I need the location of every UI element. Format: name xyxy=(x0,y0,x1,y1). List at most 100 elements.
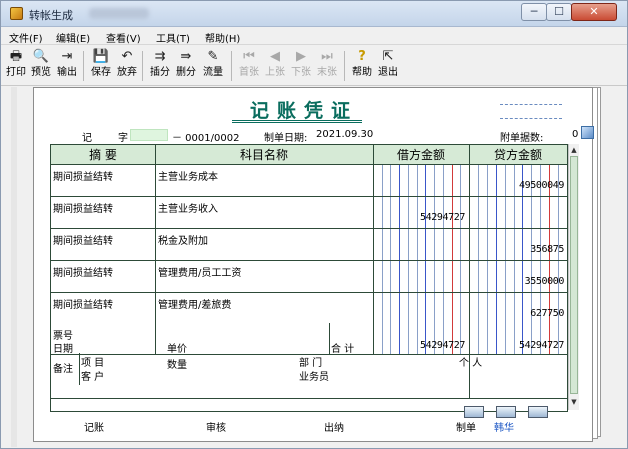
maximize-button[interactable]: ☐ xyxy=(546,3,572,21)
insert-entry-icon: ⇉ xyxy=(154,49,166,64)
prev-label: 上张 xyxy=(265,67,285,78)
row-account[interactable]: 税金及附加 xyxy=(158,232,208,247)
department-label: 部 门 xyxy=(299,358,323,369)
table-row[interactable]: 期间损益结转 管理费用/员工工资 3550000 xyxy=(51,261,567,293)
next-voucher-button[interactable]: ▶ 下张 xyxy=(289,48,313,84)
row-account[interactable]: 主营业务收入 xyxy=(158,200,218,215)
summary-header: 摘 要 xyxy=(89,148,117,162)
row-credit[interactable]: 49500049 xyxy=(519,180,564,191)
column-divider xyxy=(329,323,330,355)
prev-voucher-button[interactable]: ◀ 上张 xyxy=(263,48,287,84)
exit-button[interactable]: ⇱ 退出 xyxy=(376,48,400,84)
toolbar-separator xyxy=(344,51,345,81)
first-label: 首张 xyxy=(239,67,259,78)
title-bar: 转帐生成 ─ ☐ ✕ xyxy=(1,1,627,27)
customer-label: 客 户 xyxy=(81,372,105,383)
row-account[interactable]: 管理费用/差旅费 xyxy=(158,296,231,311)
insert-entry-button[interactable]: ⇉ 插分 xyxy=(148,48,172,84)
row-summary[interactable]: 期间损益结转 xyxy=(53,296,113,311)
column-divider xyxy=(79,353,80,385)
cashflow-button[interactable]: ✎ 流量 xyxy=(200,48,226,84)
row-summary[interactable]: 期间损益结转 xyxy=(53,232,113,247)
discard-button[interactable]: ↶ 放弃 xyxy=(115,48,139,84)
window-title: 转帐生成 xyxy=(29,9,73,22)
row-summary[interactable]: 期间损益结转 xyxy=(53,168,113,183)
scroll-down-icon[interactable]: ▼ xyxy=(569,397,579,407)
grid-view-icon[interactable] xyxy=(528,406,548,418)
voucher-sheet: 记账凭证 记 字 － 0001/0002 制单日期: 2021.09.30 附单… xyxy=(33,87,594,442)
person-label: 个 人 xyxy=(459,358,483,369)
menu-file[interactable]: 文件(F) xyxy=(9,30,43,45)
attachment-count[interactable]: 0 xyxy=(572,129,578,140)
voucher-word-input[interactable] xyxy=(130,129,168,141)
title-underline xyxy=(232,122,362,123)
printer-icon: 🖶 xyxy=(9,49,23,64)
row-credit[interactable]: 3550000 xyxy=(525,276,565,287)
review-label: 审核 xyxy=(206,423,226,434)
screen-icon[interactable] xyxy=(496,406,516,418)
preview-icon: 🔍 xyxy=(32,49,50,64)
project-label: 项 目 xyxy=(81,358,105,369)
grid-scrollbar[interactable]: ▲ ▼ xyxy=(568,144,579,410)
next-label: 下张 xyxy=(291,67,311,78)
menu-view[interactable]: 查看(V) xyxy=(106,30,141,45)
row-debit[interactable]: 54294727 xyxy=(420,212,465,223)
export-button[interactable]: ⇥ 输出 xyxy=(55,48,79,84)
scroll-up-icon[interactable]: ▲ xyxy=(569,145,579,155)
card-icon[interactable] xyxy=(464,406,484,418)
last-label: 末张 xyxy=(317,67,337,78)
row-summary[interactable]: 期间损益结转 xyxy=(53,264,113,279)
voucher-date[interactable]: 2021.09.30 xyxy=(316,129,373,140)
table-row[interactable]: 期间损益结转 税金及附加 356875 xyxy=(51,229,567,261)
insert-entry-label: 插分 xyxy=(150,67,170,78)
toolbar-separator xyxy=(83,51,84,81)
last-voucher-button[interactable]: ⏭ 末张 xyxy=(315,48,339,84)
unit-price-label: 单价 xyxy=(167,344,187,355)
quantity-label: 数量 xyxy=(167,360,187,371)
voucher-word-label: 记 xyxy=(82,133,92,144)
debit-header: 借方金额 xyxy=(396,148,445,162)
minimize-button[interactable]: ─ xyxy=(521,3,547,21)
first-voucher-button[interactable]: ⏮ 首张 xyxy=(237,48,261,84)
preview-button[interactable]: 🔍 预览 xyxy=(29,48,53,84)
maker-label: 制单 xyxy=(456,423,476,434)
first-icon: ⏮ xyxy=(243,49,255,64)
menu-help[interactable]: 帮助(H) xyxy=(205,30,240,45)
row-credit[interactable]: 627750 xyxy=(530,308,564,319)
menu-tools[interactable]: 工具(T) xyxy=(156,30,190,45)
save-button[interactable]: 💾 保存 xyxy=(89,48,113,84)
close-button[interactable]: ✕ xyxy=(571,3,617,21)
row-summary[interactable]: 期间损益结转 xyxy=(53,200,113,215)
toolbar-separator xyxy=(142,51,143,81)
table-row[interactable]: 期间损益结转 管理费用/差旅费 627750 xyxy=(51,293,567,355)
menu-edit[interactable]: 编辑(E) xyxy=(56,30,90,45)
row-credit[interactable]: 356875 xyxy=(530,244,564,255)
row-account[interactable]: 管理费用/员工工资 xyxy=(158,264,241,279)
prev-icon: ◀ xyxy=(270,49,280,64)
export-icon: ⇥ xyxy=(61,49,73,64)
delete-entry-icon: ⇛ xyxy=(180,49,192,64)
total-label: 合 计 xyxy=(331,344,355,355)
help-label: 帮助 xyxy=(352,67,372,78)
account-header: 科目名称 xyxy=(239,148,288,162)
attachment-icon[interactable] xyxy=(581,126,594,139)
salesman-label: 业务员 xyxy=(299,372,329,383)
table-row[interactable]: 期间损益结转 主营业务收入 54294727 xyxy=(51,197,567,229)
dashed-line xyxy=(500,118,562,119)
column-divider xyxy=(373,323,374,355)
title-underline xyxy=(232,120,362,121)
delete-entry-label: 删分 xyxy=(176,67,196,78)
print-label: 打印 xyxy=(6,67,26,78)
row-account[interactable]: 主营业务成本 xyxy=(158,168,218,183)
scroll-thumb[interactable] xyxy=(570,156,578,394)
help-button[interactable]: ? 帮助 xyxy=(350,48,374,84)
date-label: 制单日期: xyxy=(264,133,308,144)
cashier-label: 出纳 xyxy=(324,423,344,434)
voucher-title: 记账凭证 xyxy=(249,100,358,122)
cashflow-label: 流量 xyxy=(203,67,223,78)
table-row[interactable]: 期间损益结转 主营业务成本 49500049 xyxy=(51,165,567,197)
print-button[interactable]: 🖶 打印 xyxy=(4,48,28,84)
delete-entry-button[interactable]: ⇛ 删分 xyxy=(174,48,198,84)
undo-icon: ↶ xyxy=(121,49,133,64)
remarks-section: 备注 项 目 客 户 部 门 业务员 个 人 xyxy=(51,353,567,411)
